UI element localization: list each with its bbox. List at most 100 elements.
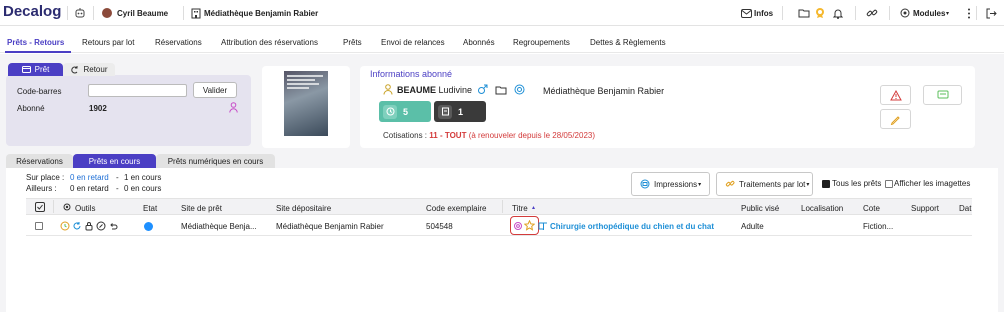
mail-icon[interactable] bbox=[741, 6, 752, 20]
row-code[interactable]: 504548 bbox=[426, 222, 453, 231]
row-cote: Fiction... bbox=[863, 222, 894, 231]
tab-retour-label: Retour bbox=[83, 65, 108, 74]
traitements-button[interactable]: Traitements par lot ▾ bbox=[716, 172, 813, 196]
person-icon[interactable] bbox=[229, 102, 238, 113]
modules-caret-icon[interactable]: ▾ bbox=[946, 6, 949, 20]
tous-les-prets-label: Tous les prêts bbox=[832, 179, 882, 188]
table-row[interactable] bbox=[26, 216, 972, 236]
main-nav bbox=[0, 33, 1004, 53]
subscriber-info-title: Informations abonné bbox=[370, 69, 453, 79]
col-site-depositaire[interactable]: Site dépositaire bbox=[276, 204, 331, 213]
subscriber-first-name: Ludivine bbox=[438, 85, 473, 95]
message-button[interactable] bbox=[923, 85, 962, 105]
folder-icon[interactable] bbox=[798, 6, 810, 20]
alert-button[interactable] bbox=[880, 85, 911, 105]
infos-link[interactable]: Infos bbox=[754, 6, 773, 20]
badge-purple-icon[interactable] bbox=[513, 221, 523, 231]
ailleurs-label: Ailleurs : bbox=[26, 184, 57, 193]
col-date[interactable]: Dat bbox=[959, 204, 971, 213]
nav-abonnes[interactable]: Abonnés bbox=[463, 38, 495, 47]
validate-button[interactable]: Valider bbox=[193, 82, 237, 98]
modules-menu[interactable]: Modules bbox=[913, 6, 945, 20]
star-icon[interactable] bbox=[524, 220, 535, 231]
sur-place-late-link[interactable]: 0 en retard bbox=[70, 173, 109, 182]
col-etat[interactable]: Etat bbox=[143, 204, 157, 213]
support-icon[interactable] bbox=[514, 84, 525, 95]
undo-icon[interactable] bbox=[108, 221, 118, 231]
logo-text[interactable]: Decalog bbox=[3, 3, 61, 20]
lock-icon[interactable] bbox=[84, 221, 94, 231]
badge-icon[interactable] bbox=[815, 6, 825, 20]
robot-icon[interactable] bbox=[74, 6, 86, 20]
subscriber-label: Abonné bbox=[17, 104, 45, 113]
row-site-pret: Médiathèque Benja... bbox=[181, 222, 257, 231]
pencil-icon bbox=[890, 115, 900, 125]
logout-icon[interactable] bbox=[986, 6, 997, 20]
loans-counter[interactable]: 5 bbox=[379, 101, 431, 122]
user-avatar[interactable] bbox=[102, 6, 112, 20]
site-name[interactable]: Médiathèque Benjamin Rabier bbox=[204, 6, 318, 20]
folder-user-icon[interactable] bbox=[495, 85, 507, 95]
refresh-icon[interactable] bbox=[72, 221, 82, 231]
document-icon bbox=[438, 104, 452, 119]
tab-pret[interactable]: Prêt bbox=[8, 63, 63, 76]
col-site-pret[interactable]: Site de prêt bbox=[181, 204, 222, 213]
nav-reservations[interactable]: Réservations bbox=[155, 38, 202, 47]
edit-note-icon[interactable] bbox=[96, 221, 106, 231]
nav-attribution[interactable]: Attribution des réservations bbox=[221, 38, 318, 47]
subtab-prets-numeriques[interactable]: Prêts numériques en cours bbox=[156, 154, 275, 168]
tab-retour[interactable]: Retour bbox=[63, 63, 115, 76]
col-outils[interactable]: Outils bbox=[75, 204, 95, 213]
impressions-button[interactable]: Impressions ▾ bbox=[631, 172, 710, 196]
loans-count: 5 bbox=[403, 106, 409, 117]
book-cover[interactable] bbox=[284, 71, 328, 136]
subscriber-name[interactable]: BEAUME Ludivine bbox=[397, 85, 472, 95]
nav-retours-par-lot[interactable]: Retours par lot bbox=[82, 38, 134, 47]
outils-gear-icon bbox=[62, 202, 72, 212]
chain-icon bbox=[725, 180, 735, 187]
kebab-menu-icon[interactable] bbox=[967, 6, 971, 20]
subscriber-value: 1902 bbox=[89, 104, 107, 113]
barcode-input[interactable] bbox=[88, 84, 187, 97]
subtab-reservations[interactable]: Réservations bbox=[6, 154, 73, 168]
link-icon[interactable] bbox=[866, 6, 878, 20]
nav-prets[interactable]: Prêts bbox=[343, 38, 362, 47]
col-titre[interactable]: Titre bbox=[512, 204, 528, 213]
nav-dettes[interactable]: Dettes & Règlements bbox=[590, 38, 666, 47]
cotisations-value: 11 - TOUT bbox=[429, 131, 467, 140]
row-public: Adulte bbox=[741, 222, 764, 231]
clock-icon bbox=[383, 104, 397, 119]
tous-les-prets-checkbox[interactable] bbox=[822, 180, 830, 188]
book-icon[interactable] bbox=[538, 222, 548, 231]
sort-asc-icon[interactable]: ▴ bbox=[532, 204, 535, 211]
col-cote[interactable]: Cote bbox=[863, 204, 880, 213]
select-all-checkbox[interactable] bbox=[35, 202, 45, 212]
active-nav-underline bbox=[5, 51, 71, 53]
row-tools bbox=[60, 221, 118, 231]
nav-regroupements[interactable]: Regroupements bbox=[513, 38, 570, 47]
modules-icon[interactable] bbox=[900, 6, 910, 20]
warning-icon bbox=[889, 89, 902, 100]
col-localisation[interactable]: Localisation bbox=[801, 204, 843, 213]
other-counter[interactable]: 1 bbox=[434, 101, 486, 122]
row-checkbox[interactable] bbox=[35, 222, 43, 230]
bell-icon[interactable] bbox=[833, 6, 843, 20]
afficher-imagettes-checkbox[interactable] bbox=[885, 180, 893, 188]
col-public-vise[interactable]: Public visé bbox=[741, 204, 779, 213]
nav-envoi-relances[interactable]: Envoi de relances bbox=[381, 38, 445, 47]
return-icon bbox=[71, 65, 78, 73]
male-icon bbox=[477, 84, 488, 95]
sur-place-dash: - bbox=[116, 173, 119, 182]
col-code-exemplaire[interactable]: Code exemplaire bbox=[426, 204, 486, 213]
status-dot bbox=[144, 222, 153, 231]
user-name[interactable]: Cyril Beaume bbox=[117, 6, 168, 20]
col-support[interactable]: Support bbox=[911, 204, 939, 213]
prolong-icon[interactable] bbox=[60, 221, 70, 231]
subtab-prets-en-cours[interactable]: Prêts en cours bbox=[73, 154, 156, 168]
traitements-label: Traitements par lot bbox=[739, 179, 806, 189]
message-icon bbox=[937, 90, 948, 99]
edit-button[interactable] bbox=[880, 109, 911, 129]
row-titre-link[interactable]: Chirurgie orthopédique du chien et du ch… bbox=[550, 222, 714, 231]
nav-prets-retours[interactable]: Prêts - Retours bbox=[7, 38, 64, 47]
ailleurs-current: 0 en cours bbox=[124, 184, 162, 193]
